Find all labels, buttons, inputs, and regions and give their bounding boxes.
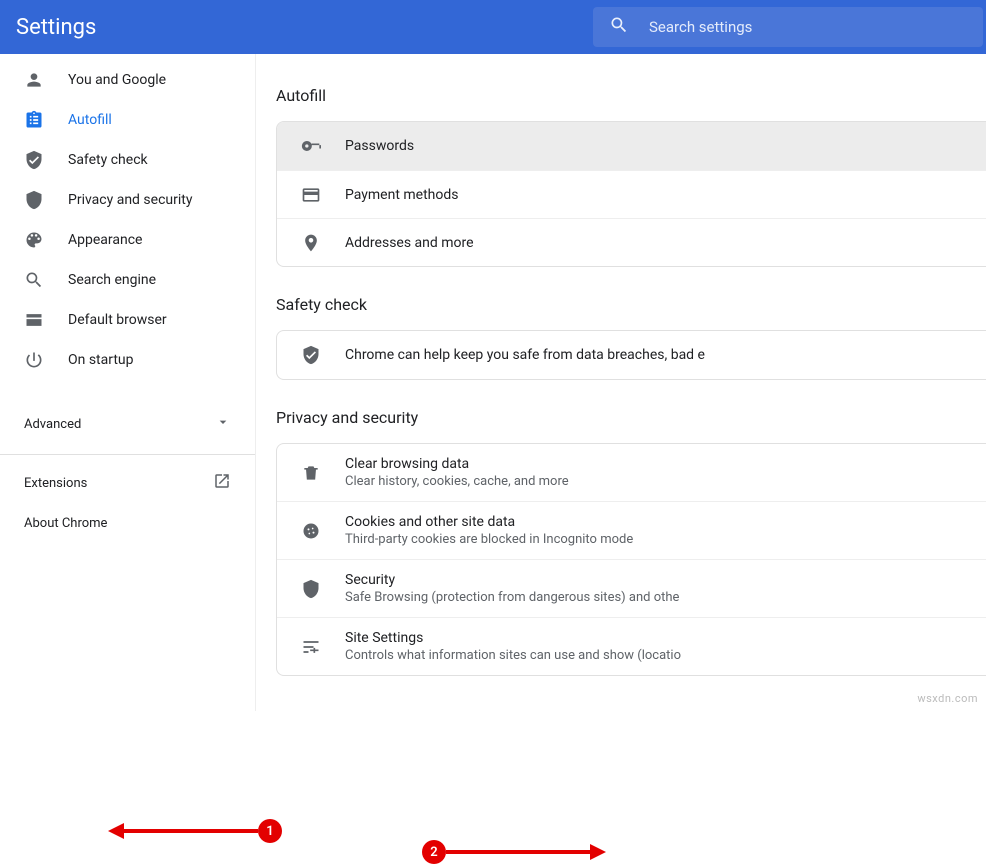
search-icon [609, 15, 629, 39]
row-label: Chrome can help keep you safe from data … [345, 347, 705, 363]
sidebar-about-chrome[interactable]: About Chrome [0, 503, 255, 543]
sidebar-item-safety-check[interactable]: Safety check [0, 140, 247, 180]
row-sub: Clear history, cookies, cache, and more [345, 474, 569, 489]
sidebar-item-default-browser[interactable]: Default browser [0, 300, 247, 340]
sidebar-item-label: Default browser [68, 312, 167, 328]
shield-check-icon [24, 150, 44, 170]
row-cookies[interactable]: Cookies and other site data Third-party … [277, 501, 986, 559]
row-site-settings[interactable]: Site Settings Controls what information … [277, 617, 986, 675]
sidebar-item-label: Safety check [68, 152, 148, 168]
tune-icon [301, 637, 321, 657]
sidebar-item-label: Appearance [68, 232, 142, 248]
sidebar-item-privacy[interactable]: Privacy and security [0, 180, 247, 220]
power-icon [24, 350, 44, 370]
shield-check-icon [301, 345, 321, 365]
open-in-new-icon [213, 472, 231, 494]
sidebar-item-label: Privacy and security [68, 192, 192, 208]
row-label: Passwords [345, 138, 414, 154]
section-title-safety: Safety check [256, 295, 986, 314]
page-title: Settings [0, 15, 96, 40]
trash-icon [301, 463, 321, 483]
sidebar-divider [0, 454, 255, 455]
row-label: Clear browsing data [345, 456, 569, 472]
place-icon [301, 233, 321, 253]
search-input[interactable] [649, 18, 967, 36]
palette-icon [24, 230, 44, 250]
sidebar-item-label: You and Google [68, 72, 166, 88]
row-security[interactable]: Security Safe Browsing (protection from … [277, 559, 986, 617]
sidebar-item-you-and-google[interactable]: You and Google [0, 60, 247, 100]
row-sub: Controls what information sites can use … [345, 648, 681, 663]
sidebar-extensions[interactable]: Extensions [0, 463, 255, 503]
assignment-icon [24, 110, 44, 130]
watermark: wsxdn.com [917, 692, 978, 705]
shield-icon [24, 190, 44, 210]
autofill-card: Passwords Payment methods Addresses and … [276, 121, 986, 267]
section-safety-check: Safety check Chrome can help keep you sa… [256, 295, 986, 380]
card-icon [301, 185, 321, 205]
row-label: Payment methods [345, 187, 458, 203]
main-content: Autofill Passwords Payment methods [256, 54, 986, 711]
row-payment-methods[interactable]: Payment methods [277, 170, 986, 218]
annotation-badge-2: 2 [422, 840, 446, 864]
row-clear-browsing-data[interactable]: Clear browsing data Clear history, cooki… [277, 444, 986, 501]
row-label: Security [345, 572, 679, 588]
sidebar: You and Google Autofill Safety check Pri… [0, 54, 256, 711]
sidebar-item-label: On startup [68, 352, 134, 368]
row-sub: Third-party cookies are blocked in Incog… [345, 532, 633, 547]
section-autofill: Autofill Passwords Payment methods [256, 86, 986, 267]
key-icon [301, 136, 321, 156]
browser-icon [24, 310, 44, 330]
row-label: Site Settings [345, 630, 681, 646]
privacy-card: Clear browsing data Clear history, cooki… [276, 443, 986, 676]
safety-card: Chrome can help keep you safe from data … [276, 330, 986, 380]
row-passwords[interactable]: Passwords [277, 122, 986, 170]
section-privacy: Privacy and security Clear browsing data… [256, 408, 986, 676]
sidebar-item-appearance[interactable]: Appearance [0, 220, 247, 260]
advanced-label: Advanced [24, 417, 81, 432]
sidebar-item-on-startup[interactable]: On startup [0, 340, 247, 380]
shield-icon [301, 579, 321, 599]
sidebar-item-search-engine[interactable]: Search engine [0, 260, 247, 300]
row-label: Addresses and more [345, 235, 474, 251]
search-box[interactable] [593, 7, 983, 47]
annotation-badge-1: 1 [258, 819, 282, 843]
sidebar-item-autofill[interactable]: Autofill [0, 100, 247, 140]
sidebar-advanced[interactable]: Advanced [0, 404, 255, 444]
row-sub: Safe Browsing (protection from dangerous… [345, 590, 679, 605]
person-icon [24, 70, 44, 90]
chevron-down-icon [215, 414, 231, 434]
extensions-label: Extensions [24, 476, 87, 491]
sidebar-item-label: Autofill [68, 112, 112, 128]
header-bar: Settings [0, 0, 986, 54]
section-title-autofill: Autofill [256, 86, 986, 105]
search-icon [24, 270, 44, 290]
section-title-privacy: Privacy and security [256, 408, 986, 427]
about-label: About Chrome [24, 516, 107, 531]
row-label: Cookies and other site data [345, 514, 633, 530]
row-safety-check[interactable]: Chrome can help keep you safe from data … [277, 331, 986, 379]
sidebar-item-label: Search engine [68, 272, 156, 288]
row-addresses[interactable]: Addresses and more [277, 218, 986, 266]
cookie-icon [301, 521, 321, 541]
